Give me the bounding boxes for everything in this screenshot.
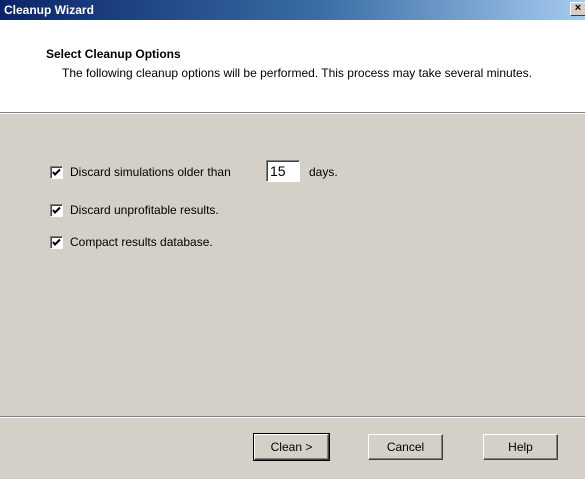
compact-database-checkbox[interactable]: [50, 236, 63, 249]
title-bar: Cleanup Wizard ×: [0, 0, 585, 20]
header-divider: [0, 112, 585, 114]
days-suffix-label: days.: [309, 165, 338, 179]
footer-divider: [0, 416, 585, 418]
page-title: Select Cleanup Options: [46, 47, 181, 61]
compact-database-label: Compact results database.: [70, 235, 213, 249]
discard-unprofitable-label: Discard unprofitable results.: [70, 203, 219, 217]
clean-button[interactable]: Clean >: [253, 433, 330, 461]
checkmark-icon: [52, 238, 61, 246]
discard-unprofitable-checkbox[interactable]: [50, 204, 63, 217]
close-icon[interactable]: ×: [570, 2, 585, 16]
help-button[interactable]: Help: [483, 434, 558, 460]
discard-old-simulations-label: Discard simulations older than: [70, 165, 231, 179]
wizard-header: Select Cleanup Options The following cle…: [0, 20, 585, 112]
window-title: Cleanup Wizard: [4, 3, 94, 17]
checkmark-icon: [52, 168, 61, 176]
cancel-button[interactable]: Cancel: [368, 434, 443, 460]
days-input[interactable]: [266, 160, 300, 182]
discard-old-simulations-checkbox[interactable]: [50, 166, 63, 179]
checkmark-icon: [52, 206, 61, 214]
page-description: The following cleanup options will be pe…: [62, 66, 533, 80]
